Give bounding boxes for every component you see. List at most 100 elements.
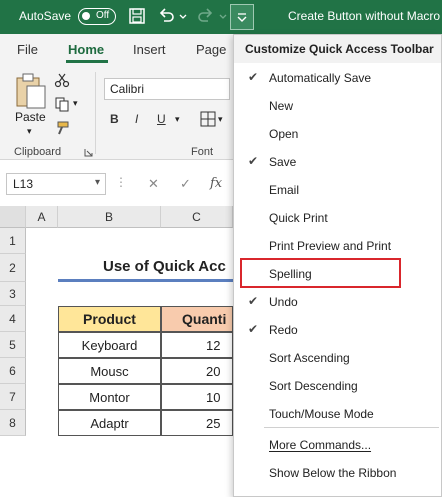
- save-icon[interactable]: [127, 6, 147, 26]
- menu-item-touch-mouse-mode[interactable]: Touch/Mouse Mode: [234, 399, 441, 427]
- enter-icon[interactable]: ✓: [180, 176, 191, 192]
- row-header[interactable]: 8: [0, 410, 26, 436]
- underline-button[interactable]: U: [157, 112, 166, 126]
- chevron-down-icon: [237, 13, 247, 22]
- menu-item-sort-ascending[interactable]: Sort Ascending: [234, 343, 441, 371]
- copy-icon[interactable]: [54, 96, 70, 112]
- column-header-a[interactable]: A: [26, 206, 58, 228]
- menu-item-print-preview[interactable]: Print Preview and Print: [234, 231, 441, 259]
- select-all-corner[interactable]: [0, 206, 26, 228]
- table-cell-quantity[interactable]: 10: [161, 384, 233, 410]
- sheet-heading[interactable]: Use of Quick Acc: [58, 254, 233, 282]
- spelling-highlight-box: [240, 258, 401, 288]
- undo-dropdown-icon[interactable]: [178, 6, 188, 26]
- menu-item-show-below-ribbon[interactable]: Show Below the Ribbon: [234, 458, 441, 486]
- check-icon: ✔: [248, 154, 259, 168]
- redo-dropdown-icon[interactable]: [218, 6, 228, 26]
- font-group-label: Font: [191, 146, 214, 158]
- menu-item-automatically-save[interactable]: ✔ Automatically Save: [234, 63, 441, 91]
- name-box[interactable]: L13 ▾: [6, 173, 106, 195]
- autosave-label: AutoSave: [19, 9, 72, 23]
- menu-item-label: Redo: [269, 323, 298, 337]
- menu-item-label: Automatically Save: [269, 71, 372, 85]
- redo-icon[interactable]: [196, 6, 216, 26]
- borders-icon[interactable]: [199, 110, 217, 128]
- table-cell-quantity[interactable]: 20: [161, 358, 233, 384]
- clipboard-group-label: Clipboard: [14, 146, 62, 158]
- menu-separator: [264, 427, 439, 428]
- column-header-b[interactable]: B: [58, 206, 161, 228]
- menu-item-quick-print[interactable]: Quick Print: [234, 203, 441, 231]
- name-box-dropdown-icon[interactable]: ▾: [95, 177, 100, 188]
- cancel-icon[interactable]: ✕: [148, 176, 159, 192]
- menu-item-email[interactable]: Email: [234, 175, 441, 203]
- format-painter-icon[interactable]: [54, 120, 70, 136]
- table-cell-product[interactable]: Mousc: [58, 358, 161, 384]
- table-cell-product[interactable]: Montor: [58, 384, 161, 410]
- menu-item-open[interactable]: Open: [234, 119, 441, 147]
- table-cell-product[interactable]: Adaptr: [58, 410, 161, 436]
- menu-item-label: Undo: [269, 295, 298, 309]
- row-header[interactable]: 6: [0, 358, 26, 384]
- table-header-quantity[interactable]: Quanti: [161, 306, 233, 332]
- menu-item-more-commands[interactable]: More Commands...: [234, 430, 441, 458]
- borders-dropdown-icon[interactable]: ▾: [218, 114, 223, 125]
- bold-button[interactable]: B: [110, 112, 119, 126]
- drag-handle-icon[interactable]: ⋮: [115, 175, 128, 189]
- table-cell-quantity[interactable]: 12: [161, 332, 233, 358]
- menu-item-label: Email: [269, 183, 300, 197]
- row-header[interactable]: 1: [0, 228, 26, 254]
- menu-item-redo[interactable]: ✔ Redo: [234, 315, 441, 343]
- paste-dropdown-icon[interactable]: ▾: [27, 126, 32, 137]
- menu-item-label: Sort Descending: [269, 379, 358, 393]
- menu-item-label: Print Preview and Print: [269, 239, 392, 253]
- font-name-value: Calibri: [110, 82, 145, 96]
- undo-icon[interactable]: [156, 6, 176, 26]
- check-icon: ✔: [248, 322, 259, 336]
- customize-qat-button[interactable]: [230, 4, 254, 30]
- menu-item-save[interactable]: ✔ Save: [234, 147, 441, 175]
- font-name-box[interactable]: Calibri: [104, 78, 230, 100]
- italic-button[interactable]: I: [135, 112, 138, 126]
- menu-item-new[interactable]: New: [234, 91, 441, 119]
- menu-item-undo[interactable]: ✔ Undo: [234, 287, 441, 315]
- menu-item-label: Open: [269, 127, 299, 141]
- row-header[interactable]: 5: [0, 332, 26, 358]
- cut-icon[interactable]: [54, 72, 70, 88]
- table-header-product[interactable]: Product: [58, 306, 161, 332]
- paste-icon[interactable]: [14, 72, 48, 110]
- tab-insert[interactable]: Insert: [133, 42, 166, 57]
- row-header[interactable]: 3: [0, 282, 26, 306]
- table-cell-quantity[interactable]: 25: [161, 410, 233, 436]
- menu-item-sort-descending[interactable]: Sort Descending: [234, 371, 441, 399]
- row-header[interactable]: 7: [0, 384, 26, 410]
- tab-home[interactable]: Home: [68, 42, 104, 57]
- autosave-state: Off: [96, 10, 110, 21]
- column-header-c[interactable]: C: [161, 206, 233, 228]
- paste-label[interactable]: Paste: [15, 110, 46, 124]
- row-header[interactable]: 4: [0, 306, 26, 332]
- function-icon[interactable]: fx: [210, 176, 222, 191]
- group-separator: [95, 72, 96, 154]
- underline-dropdown-icon[interactable]: ▾: [175, 114, 180, 125]
- menu-item-label: More Commands...: [269, 438, 372, 452]
- dialog-launcher-icon[interactable]: [84, 148, 93, 157]
- row-header[interactable]: 2: [0, 254, 26, 282]
- copy-dropdown-icon[interactable]: ▾: [73, 98, 78, 109]
- active-tab-indicator: [66, 60, 108, 63]
- check-icon: ✔: [248, 70, 259, 84]
- check-icon: ✔: [248, 294, 259, 308]
- menu-item-label: Quick Print: [269, 211, 328, 225]
- menu-header: Customize Quick Access Toolbar: [234, 35, 441, 63]
- menu-item-label: Show Below the Ribbon: [269, 466, 397, 480]
- table-cell-product[interactable]: Keyboard: [58, 332, 161, 358]
- toggle-knob: [82, 12, 90, 20]
- autosave-toggle[interactable]: Off: [78, 8, 116, 25]
- menu-item-label: New: [269, 99, 294, 113]
- window-title: Create Button without Macro: [288, 9, 441, 23]
- tab-page[interactable]: Page: [196, 42, 226, 57]
- menu-item-label: Sort Ascending: [269, 351, 350, 365]
- title-bar: AutoSave Off Create Button without Macro: [0, 0, 442, 34]
- name-box-value: L13: [13, 177, 34, 191]
- tab-file[interactable]: File: [17, 42, 38, 57]
